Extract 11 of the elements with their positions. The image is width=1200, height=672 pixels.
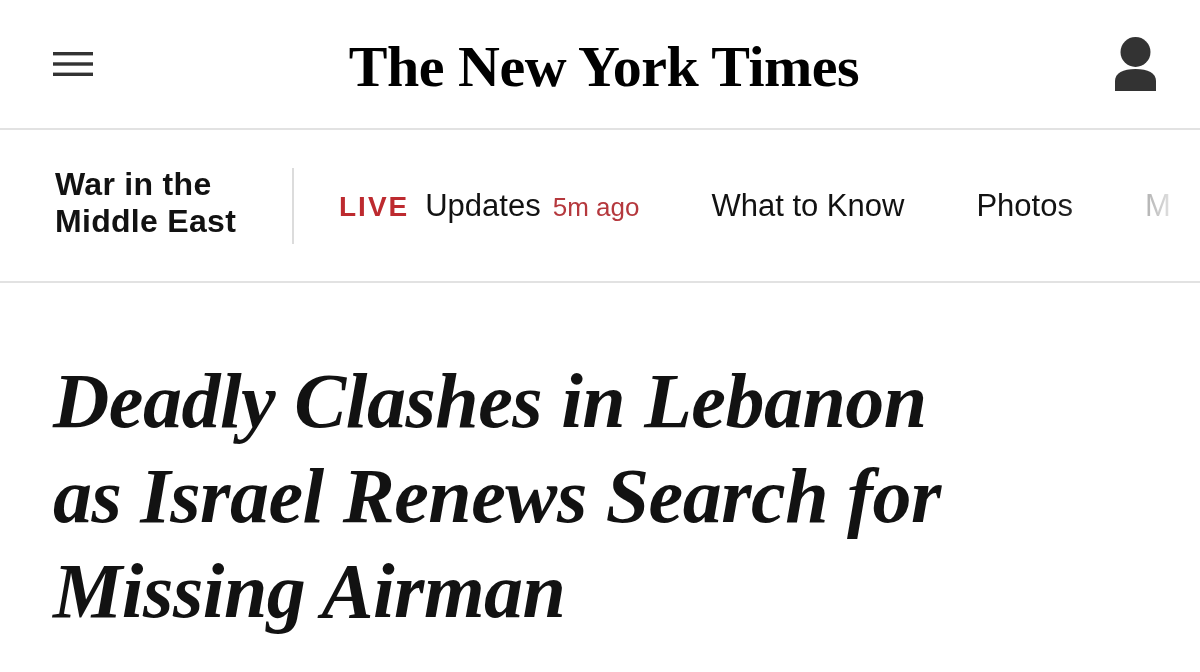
article-headline: Deadly Clashes in Lebanon as Israel Renews Search for Missing Airman [53, 356, 943, 636]
timestamp: 5m ago [552, 191, 640, 224]
section-link[interactable]: What to Know [711, 186, 905, 225]
live-updates-link[interactable]: LIVE Updates 5m ago [339, 186, 640, 225]
menu-icon[interactable] [53, 52, 93, 76]
updates-label: Updates [425, 186, 541, 225]
section-title: War in the Middle East [55, 165, 238, 240]
newspaper-logo[interactable]: The New York Times [348, 38, 860, 96]
live-label: LIVE [339, 189, 410, 224]
account-icon[interactable] [1115, 37, 1156, 91]
section-link[interactable]: Photos [976, 186, 1073, 225]
